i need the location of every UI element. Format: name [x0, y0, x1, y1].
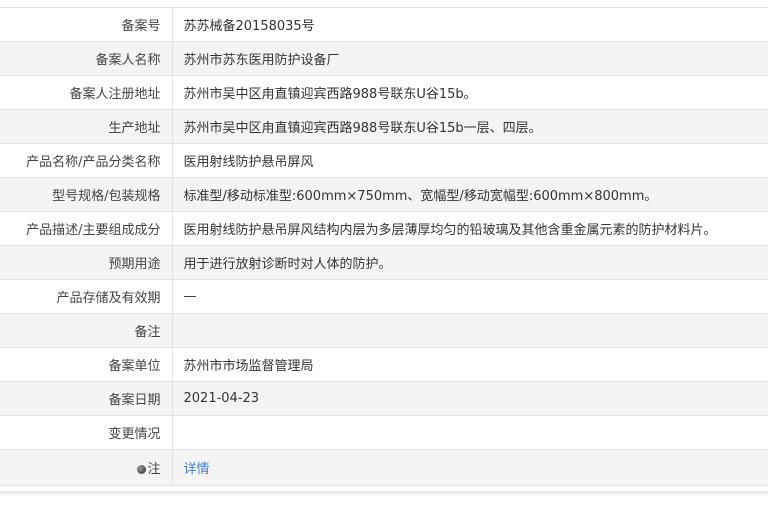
row-value: 医用射线防护悬吊屏风 — [172, 143, 768, 178]
row-model-spec: 型号规格/包装规格 标准型/移动标准型:600mm×750mm、宽幅型/移动宽幅… — [0, 177, 768, 212]
row-label: 产品描述/主要组成成分 — [0, 211, 173, 246]
row-value: 用于进行放射诊断时对人体的防护。 — [172, 245, 768, 280]
row-intended-use: 预期用途 用于进行放射诊断时对人体的防护。 — [0, 245, 768, 280]
row-registrant-name: 备案人名称 苏州市苏东医用防护设备厂 — [0, 41, 768, 76]
row-value: 2021-04-23 — [172, 381, 768, 416]
pin-icon — [137, 465, 147, 474]
record-detail-table-wrapper: 备案号 苏苏械备20158035号 备案人名称 苏州市苏东医用防护设备厂 备案人… — [0, 7, 768, 486]
row-label: 备案日期 — [0, 381, 173, 416]
row-production-address: 生产地址 苏州市吴中区甪直镇迎宾西路988号联东U谷15b一层、四层。 — [0, 109, 768, 144]
row-value: 苏州市苏东医用防护设备厂 — [172, 41, 768, 76]
row-registrant-address: 备案人注册地址 苏州市吴中区甪直镇迎宾西路988号联东U谷15b。 — [0, 75, 768, 110]
row-label: 产品名称/产品分类名称 — [0, 143, 173, 178]
detail-link[interactable]: 详情 — [184, 462, 210, 477]
row-label: 产品存储及有效期 — [0, 279, 173, 314]
row-label: 预期用途 — [0, 245, 173, 280]
row-label: 备案号 — [0, 7, 173, 42]
note-label-cell: 注 — [0, 449, 173, 486]
record-detail-table: 备案号 苏苏械备20158035号 备案人名称 苏州市苏东医用防护设备厂 备案人… — [0, 7, 768, 486]
row-value: 苏州市市场监督管理局 — [172, 347, 768, 382]
row-product-name: 产品名称/产品分类名称 医用射线防护悬吊屏风 — [0, 143, 768, 178]
row-remarks: 备注 — [0, 313, 768, 348]
row-value: 苏州市吴中区甪直镇迎宾西路988号联东U谷15b。 — [172, 75, 768, 110]
row-value: 苏苏械备20158035号 — [172, 7, 768, 42]
row-value — [172, 415, 768, 450]
table-bottom-shadow — [0, 491, 768, 497]
note-value-cell: 详情 — [172, 449, 768, 486]
row-value: 医用射线防护悬吊屏风结构内层为多层薄厚均匀的铅玻璃及其他含重金属元素的防护材料片… — [172, 211, 768, 246]
row-value: 苏州市吴中区甪直镇迎宾西路988号联东U谷15b一层、四层。 — [172, 109, 768, 144]
row-label: 型号规格/包装规格 — [0, 177, 173, 212]
row-label: 备案人名称 — [0, 41, 173, 76]
row-label: 备案人注册地址 — [0, 75, 173, 110]
row-filing-unit: 备案单位 苏州市市场监督管理局 — [0, 347, 768, 382]
note-label: 注 — [147, 462, 161, 477]
row-value: 标准型/移动标准型:600mm×750mm、宽幅型/移动宽幅型:600mm×80… — [172, 177, 768, 212]
row-label: 变更情况 — [0, 415, 173, 450]
row-filing-date: 备案日期 2021-04-23 — [0, 381, 768, 416]
row-label: 备案单位 — [0, 347, 173, 382]
row-product-description: 产品描述/主要组成成分 医用射线防护悬吊屏风结构内层为多层薄厚均匀的铅玻璃及其他… — [0, 211, 768, 246]
row-label: 备注 — [0, 313, 173, 348]
row-storage-validity: 产品存储及有效期 — — [0, 279, 768, 314]
row-note: 注 详情 — [0, 449, 768, 486]
row-value: — — [172, 279, 768, 314]
row-label: 生产地址 — [0, 109, 173, 144]
row-change-status: 变更情况 — [0, 415, 768, 450]
row-value — [172, 313, 768, 348]
row-registration-number: 备案号 苏苏械备20158035号 — [0, 7, 768, 42]
